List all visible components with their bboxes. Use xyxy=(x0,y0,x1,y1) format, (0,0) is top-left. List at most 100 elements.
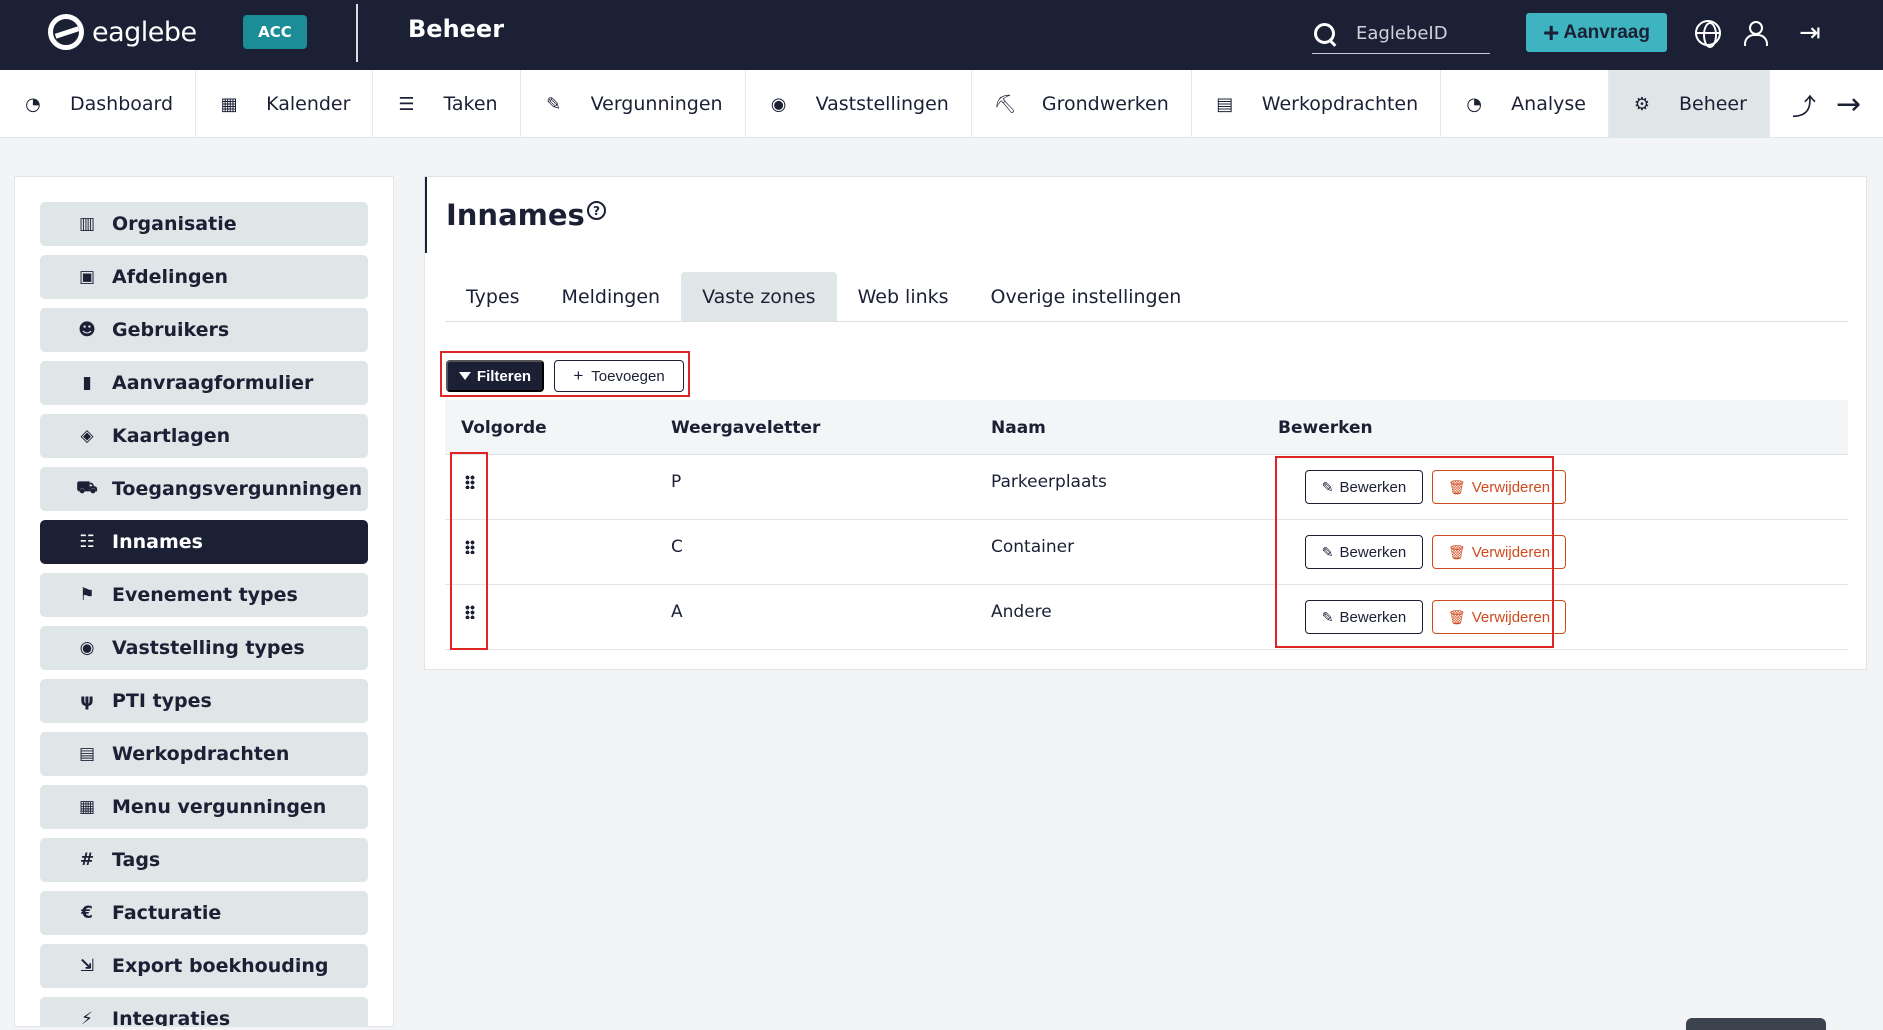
new-request-button[interactable]: + Aanvraag xyxy=(1526,13,1667,52)
cell-weergaveletter: P xyxy=(671,472,682,492)
nav-label: Vergunningen xyxy=(590,93,723,115)
analysis-icon: ◔ xyxy=(1466,93,1483,115)
dashboard-icon: ◔ xyxy=(25,93,41,115)
sidebar-item-label: Toegangsvergunningen xyxy=(112,478,363,500)
nav-werkopdrachten[interactable]: ▤ Werkopdrachten xyxy=(1192,70,1442,138)
table-row: C Container ✎ Bewerken 🗑 Verwijderen xyxy=(445,520,1848,585)
clipboard-icon: ▮ xyxy=(82,373,92,393)
nav-more-icon[interactable]: ⤴ xyxy=(1770,70,1828,138)
settings-sidebar: ▥ Organisatie ▣ Afdelingen ☻ Gebruikers ▮ Aa… xyxy=(14,176,394,1027)
search-box xyxy=(1312,14,1490,54)
tab-web-links[interactable]: Web links xyxy=(837,272,970,321)
logout-icon[interactable]: ⇥ xyxy=(1799,20,1825,46)
sidebar-item-menu-vergunningen[interactable]: ▦ Menu vergunningen xyxy=(40,785,368,829)
sidebar-item-label: Tags xyxy=(112,849,161,871)
euro-icon: € xyxy=(81,903,93,923)
eaglebe-logo[interactable]: eaglebe xyxy=(48,14,197,50)
tab-overige-instellingen[interactable]: Overige instellingen xyxy=(970,272,1203,321)
table-row: P Parkeerplaats ✎ Bewerken 🗑 Verwijderen xyxy=(445,455,1848,520)
sidebar-item-afdelingen[interactable]: ▣ Afdelingen xyxy=(40,255,368,299)
tasks-icon: ☰ xyxy=(398,93,415,115)
sidebar-item-label: Export boekhouding xyxy=(112,955,329,977)
nav-scroll-right-icon[interactable]: → xyxy=(1828,70,1861,138)
file-export-icon: ⇲ xyxy=(79,956,95,976)
column-header-volgorde[interactable]: Volgorde xyxy=(461,418,547,438)
sidebar-item-label: Facturatie xyxy=(112,902,222,924)
sidebar-item-label: Menu vergunningen xyxy=(112,796,327,818)
sidebar-item-label: Kaartlagen xyxy=(112,425,231,447)
panel-accent-bar xyxy=(425,177,427,253)
sidebar-item-toegangsvergunningen[interactable]: ⛟ Toegangsvergunningen xyxy=(40,467,368,511)
nav-beheer[interactable]: ⚙ Beheer xyxy=(1608,70,1770,138)
tab-vaste-zones[interactable]: Vaste zones xyxy=(681,272,837,321)
sidebar-item-label: Afdelingen xyxy=(112,266,229,288)
table-row: A Andere ✎ Bewerken 🗑 Verwijderen xyxy=(445,585,1848,650)
sidebar-item-integraties[interactable]: ⚡ Integraties xyxy=(40,997,368,1027)
sidebar-item-organisatie[interactable]: ▥ Organisatie xyxy=(40,202,368,246)
column-header-weergaveletter[interactable]: Weergaveletter xyxy=(671,418,820,438)
language-globe-icon[interactable] xyxy=(1695,20,1721,48)
logo-text: eaglebe xyxy=(92,16,197,48)
search-icon[interactable] xyxy=(1314,22,1336,45)
add-button-label: Toevoegen xyxy=(591,367,665,385)
logo-icon xyxy=(48,14,84,50)
plug-icon: ⚡ xyxy=(81,1009,93,1027)
filter-button-label: Filteren xyxy=(476,367,532,385)
page-title: Innames xyxy=(446,198,585,232)
search-input[interactable] xyxy=(1356,23,1486,44)
sidebar-item-tags[interactable]: # Tags xyxy=(40,838,368,882)
column-header-naam[interactable]: Naam xyxy=(991,418,1046,438)
cell-naam: Container xyxy=(991,537,1075,557)
nav-label: Beheer xyxy=(1678,93,1747,115)
columns-icon: ▣ xyxy=(78,267,96,287)
table-header: Volgorde Weergaveletter Naam Bewerken xyxy=(445,400,1848,455)
top-divider xyxy=(356,4,358,62)
sidebar-item-label: Vaststelling types xyxy=(112,637,305,659)
sidebar-item-pti-types[interactable]: ψ PTI types xyxy=(40,679,368,723)
sidebar-item-label: Evenement types xyxy=(112,584,298,606)
hashtag-icon: # xyxy=(79,850,95,870)
sidebar-item-aanvraagformulier[interactable]: ▮ Aanvraagformulier xyxy=(40,361,368,405)
building-icon: ▥ xyxy=(78,214,96,234)
table-icon: ▦ xyxy=(78,797,96,817)
nav-label: Vaststellingen xyxy=(815,93,949,115)
cell-naam: Andere xyxy=(991,602,1052,622)
nav-kalender[interactable]: ▦ Kalender xyxy=(196,70,374,138)
digging-icon: ⛏ xyxy=(993,93,1017,115)
nav-dashboard[interactable]: ◔ Dashboard xyxy=(0,70,197,138)
sidebar-item-facturatie[interactable]: € Facturatie xyxy=(40,891,368,935)
permit-icon: ✎ xyxy=(546,93,562,115)
add-button[interactable]: + Toevoegen xyxy=(554,360,684,392)
scroll-to-top-tab[interactable] xyxy=(1686,1018,1826,1030)
nav-grondwerken[interactable]: ⛏ Grondwerken xyxy=(972,70,1192,138)
nav-analyse[interactable]: ◔ Analyse xyxy=(1441,70,1609,138)
layers-icon: ◈ xyxy=(80,426,94,446)
filter-button[interactable]: Filteren xyxy=(446,360,544,392)
user-profile-icon[interactable] xyxy=(1742,20,1768,46)
cell-weergaveletter: A xyxy=(671,602,683,622)
sidebar-item-evenement-types[interactable]: ⚑ Evenement types xyxy=(40,573,368,617)
tab-types[interactable]: Types xyxy=(445,272,541,321)
signs-icon: ☷ xyxy=(79,532,95,552)
sidebar-item-gebruikers[interactable]: ☻ Gebruikers xyxy=(40,308,368,352)
question-circle-icon[interactable]: ? xyxy=(587,201,606,220)
tab-meldingen[interactable]: Meldingen xyxy=(541,272,682,321)
sidebar-item-export-boekhouding[interactable]: ⇲ Export boekhouding xyxy=(40,944,368,988)
tab-bar: Types Meldingen Vaste zones Web links Ov… xyxy=(445,272,1848,322)
sidebar-item-label: Gebruikers xyxy=(112,319,230,341)
sidebar-item-vaststelling-types[interactable]: ◉ Vaststelling types xyxy=(40,626,368,670)
sidebar-item-label: PTI types xyxy=(112,690,212,712)
plus-icon: + xyxy=(573,366,584,385)
sidebar-item-werkopdrachten[interactable]: ▤ Werkopdrachten xyxy=(40,732,368,776)
sidebar-item-innames[interactable]: ☷ Innames xyxy=(40,520,368,564)
nav-taken[interactable]: ☰ Taken xyxy=(373,70,521,138)
nav-label: Kalender xyxy=(266,93,351,115)
nav-vergunningen[interactable]: ✎ Vergunningen xyxy=(521,70,746,138)
nav-vaststellingen[interactable]: ◉ Vaststellingen xyxy=(746,70,972,138)
sidebar-item-kaartlagen[interactable]: ◈ Kaartlagen xyxy=(40,414,368,458)
nav-label: Analyse xyxy=(1511,93,1586,115)
top-bar: eaglebe ACC Beheer + Aanvraag ⇥ xyxy=(0,0,1883,70)
sidebar-item-label: Werkopdrachten xyxy=(112,743,290,765)
nav-label: Grondwerken xyxy=(1041,93,1169,115)
cogs-icon: ⚙ xyxy=(1633,93,1651,115)
